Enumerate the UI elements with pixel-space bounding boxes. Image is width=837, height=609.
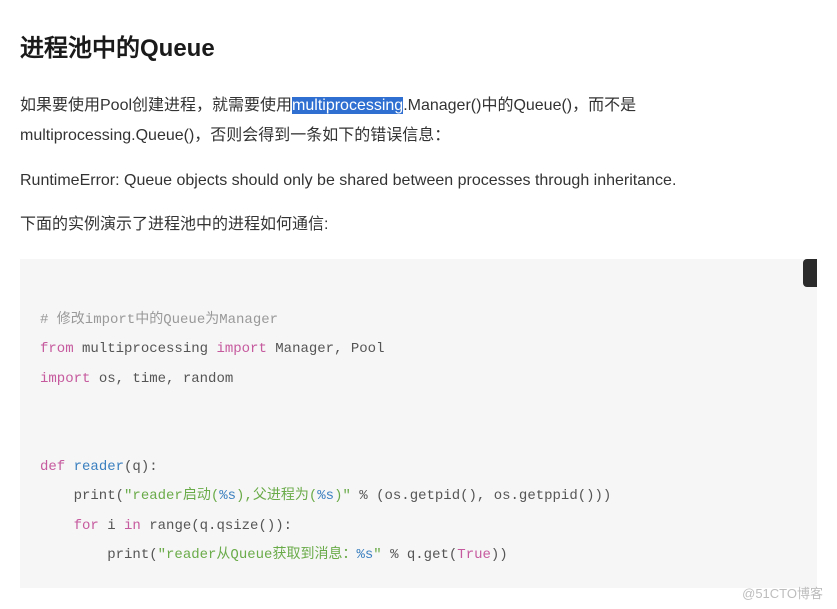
fmt: %s <box>356 547 373 563</box>
kw-import: import <box>216 341 266 357</box>
error-paragraph: RuntimeError: Queue objects should only … <box>20 166 817 196</box>
str: ),父进程为( <box>236 488 317 504</box>
str: )" <box>334 488 351 504</box>
kw-for: for <box>40 518 99 534</box>
selected-text: multiprocessing <box>292 97 403 114</box>
kw-in: in <box>124 518 141 534</box>
str: " <box>373 547 381 563</box>
code-text: print( <box>40 547 158 563</box>
example-intro-paragraph: 下面的实例演示了进程池中的进程如何通信: <box>20 210 817 240</box>
code-text: % (os.getpid(), os.getppid())) <box>351 488 611 504</box>
fmt: %s <box>219 488 236 504</box>
watermark: @51CTO博客 <box>742 583 823 602</box>
code-text: i <box>99 518 124 534</box>
kw-import: import <box>40 371 90 387</box>
fmt: %s <box>317 488 334 504</box>
const-true: True <box>457 547 491 563</box>
code-text: multiprocessing <box>74 341 217 357</box>
copy-button[interactable] <box>803 259 817 287</box>
text: 如果要使用Pool创建进程，就需要使用 <box>20 97 292 114</box>
str: "reader启动( <box>124 488 219 504</box>
code-text: range(q.qsize()): <box>141 518 292 534</box>
code-text: os, time, random <box>90 371 233 387</box>
kw-from: from <box>40 341 74 357</box>
code-text: print( <box>40 488 124 504</box>
section-heading: 进程池中的Queue <box>20 28 817 63</box>
code-text: )) <box>491 547 508 563</box>
code-text: % q.get( <box>382 547 458 563</box>
code-comment: # 修改import中的Queue为Manager <box>40 312 278 328</box>
fn-name: reader <box>74 459 124 475</box>
code-text: (q): <box>124 459 158 475</box>
code-text: Manager, Pool <box>267 341 385 357</box>
code-block[interactable]: # 修改import中的Queue为Manager from multiproc… <box>20 259 817 589</box>
str: "reader从Queue获取到消息： <box>158 547 357 563</box>
kw-def: def <box>40 459 74 475</box>
intro-paragraph[interactable]: 如果要使用Pool创建进程，就需要使用multiprocessing.Manag… <box>20 91 817 152</box>
